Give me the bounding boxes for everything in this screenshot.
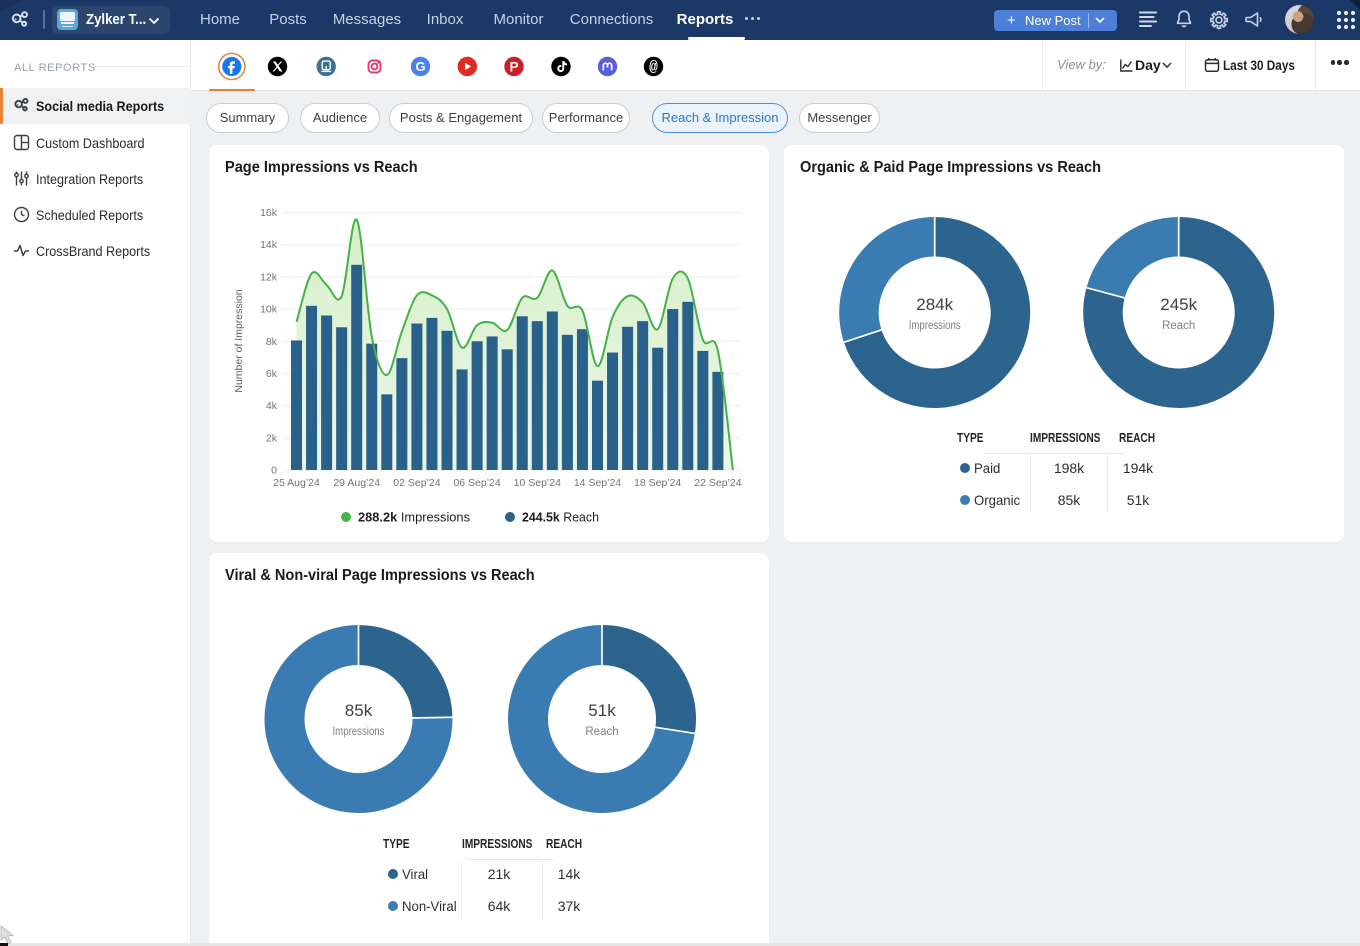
svg-text:284k: 284k: [916, 295, 953, 314]
svg-text:29 Aug’24: 29 Aug’24: [333, 477, 380, 489]
svg-text:@: @: [649, 60, 658, 76]
svg-text:Number of Impression: Number of Impression: [233, 289, 245, 392]
svg-text:6k: 6k: [266, 368, 278, 380]
svg-text:245k: 245k: [1160, 295, 1197, 314]
svg-text:Reach: Reach: [585, 726, 618, 738]
svg-text:10 Sep’24: 10 Sep’24: [514, 477, 561, 489]
svg-text:288.2k Impressions: 288.2k Impressions: [358, 510, 470, 525]
svg-text:12k: 12k: [260, 271, 278, 283]
svg-text:02 Sep’24: 02 Sep’24: [393, 477, 440, 489]
svg-text:85k: 85k: [345, 701, 373, 720]
svg-text:06 Sep’24: 06 Sep’24: [453, 477, 500, 489]
svg-text:8k: 8k: [266, 336, 278, 348]
svg-text:Reach: Reach: [1162, 320, 1195, 332]
svg-text:10k: 10k: [260, 304, 278, 316]
svg-text:2k: 2k: [266, 432, 278, 444]
svg-text:4k: 4k: [266, 400, 278, 412]
svg-text:G: G: [416, 59, 426, 74]
svg-text:18 Sep’24: 18 Sep’24: [634, 477, 681, 489]
svg-text:Impressions: Impressions: [909, 320, 961, 332]
svg-text:22 Sep’24: 22 Sep’24: [694, 477, 741, 489]
svg-text:25 Aug’24: 25 Aug’24: [273, 477, 320, 489]
svg-text:51k: 51k: [588, 701, 616, 720]
svg-text:Impressions: Impressions: [333, 726, 385, 738]
svg-text:14 Sep’24: 14 Sep’24: [574, 477, 621, 489]
svg-text:244.5k Reach: 244.5k Reach: [522, 510, 599, 525]
svg-text:14k: 14k: [260, 239, 278, 251]
svg-text:P: P: [509, 59, 518, 74]
svg-text:16k: 16k: [260, 207, 278, 219]
svg-text:0: 0: [271, 465, 277, 477]
